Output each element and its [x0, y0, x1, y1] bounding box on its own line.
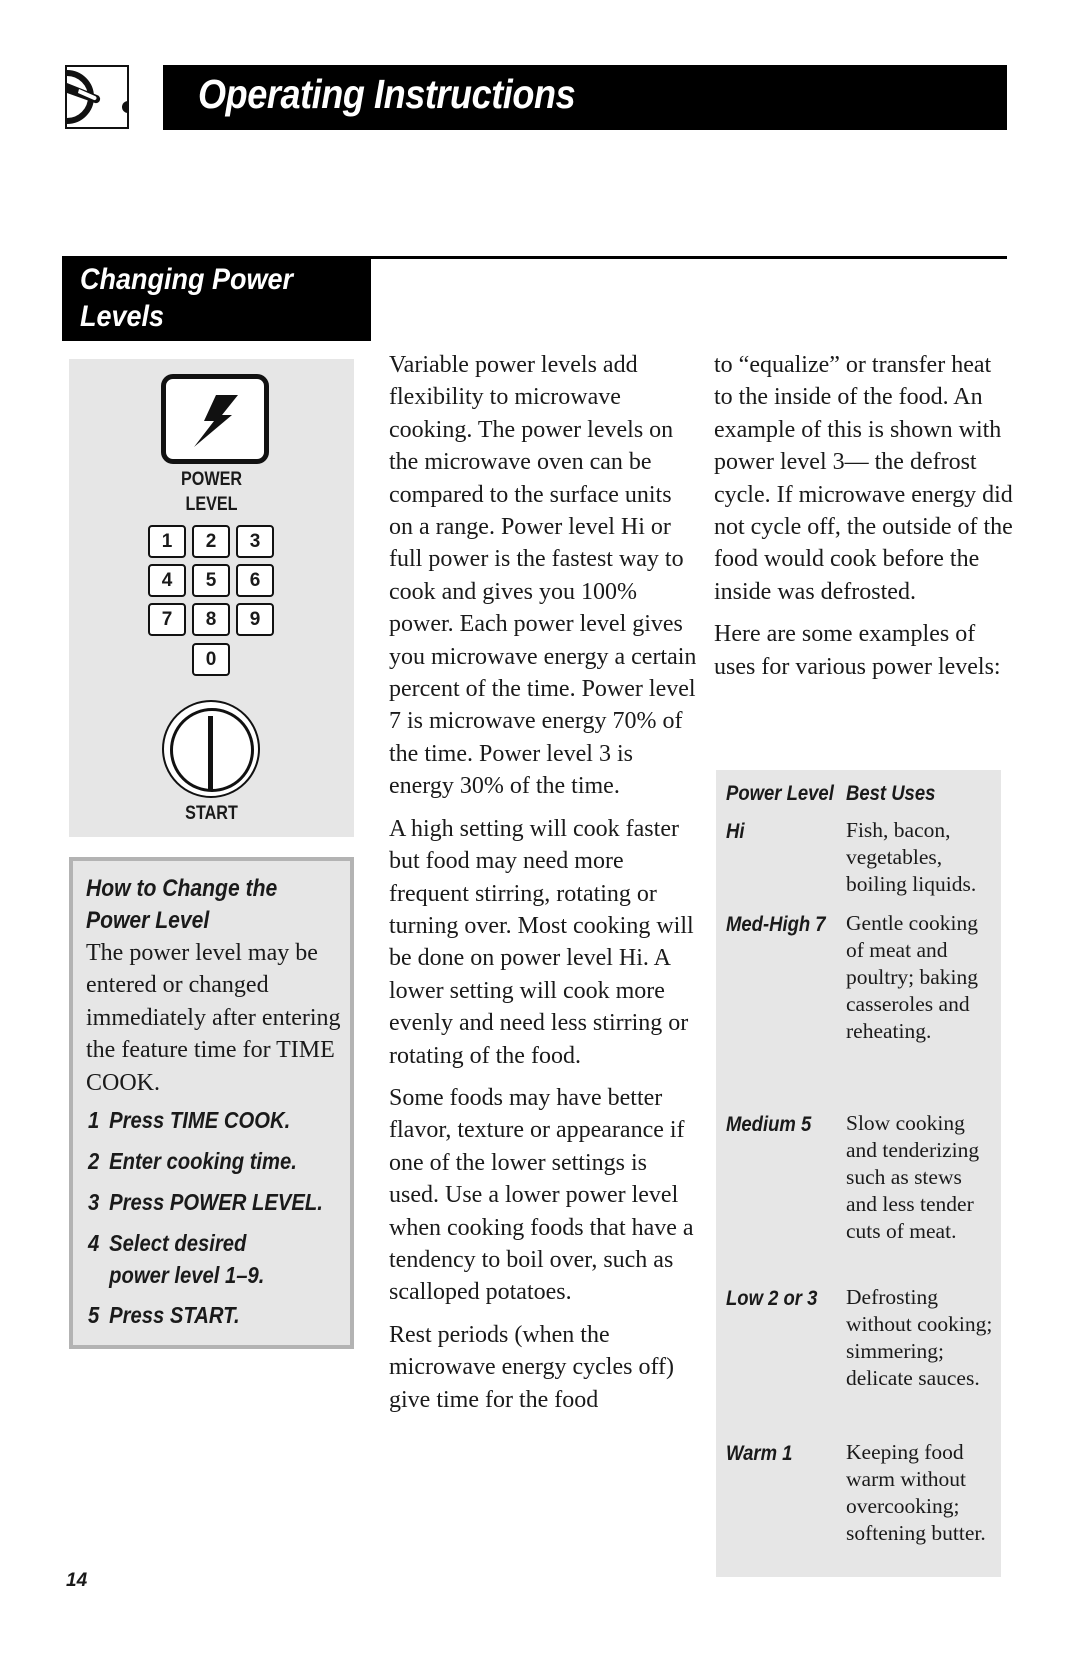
lightning-bolt-icon: [194, 395, 238, 447]
page-header-title: Operating Instructions: [198, 71, 576, 117]
how-to-box: How to Change the Power Level The power …: [69, 857, 354, 1349]
step-text: Press TIME COOK.: [109, 1107, 291, 1133]
keypad-key: 8: [192, 603, 230, 636]
keypad-key: 9: [236, 603, 274, 636]
body-paragraph: Here are some examples of uses for vario…: [714, 621, 1001, 680]
body-column-middle: Variable power levels add flexibility to…: [389, 349, 699, 1426]
table-row-uses: Defrosting without cooking; simmering; d…: [846, 1285, 993, 1390]
how-to-step: 4 Select desired power level 1–9.: [88, 1227, 352, 1291]
how-to-title-line: Power Level: [86, 907, 210, 934]
step-text: Press POWER LEVEL.: [109, 1189, 323, 1215]
power-label-line: POWER: [180, 469, 243, 490]
step-text: Press START.: [109, 1302, 240, 1328]
section-title: Changing Power Levels: [80, 261, 368, 335]
table-row-uses: Fish, bacon, vegetables, boiling liquids…: [846, 818, 977, 896]
page-number: 14: [66, 1570, 88, 1591]
microwave-dial-icon: [65, 65, 134, 129]
step-text: Select desired power level 1–9.: [109, 1230, 265, 1288]
step-number: 5: [88, 1302, 100, 1328]
table-row-uses: Gentle cooking of meat and poultry; baki…: [846, 911, 978, 1043]
step-number: 3: [88, 1189, 100, 1215]
table-row-level: Warm 1: [726, 1442, 793, 1465]
keypad-key: 7: [148, 603, 186, 636]
power-level-table: Power Level Best Uses Hi Fish, bacon, ve…: [716, 770, 1001, 1577]
table-row-level: Low 2 or 3: [726, 1287, 818, 1310]
keypad-key: 1: [148, 525, 186, 558]
control-panel-illustration: POWER LEVEL 1 2 3 4 5 6 7 8 9 0 START: [69, 359, 354, 837]
how-to-step: 1 Press TIME COOK.: [88, 1104, 352, 1136]
table-header-power-level: Power Level: [726, 782, 834, 805]
step-number: 4: [88, 1230, 100, 1256]
table-row-uses: Keeping food warm without overcooking; s…: [846, 1440, 986, 1545]
how-to-step: 2 Enter cooking time.: [88, 1145, 352, 1177]
table-row-uses: Slow cooking and tenderizing such as ste…: [846, 1111, 980, 1243]
body-paragraph: to “equalize” or transfer heat to the in…: [714, 352, 1013, 605]
step-number: 1: [88, 1107, 100, 1133]
table-header-best-uses: Best Uses: [846, 782, 936, 805]
body-paragraph: Some foods may have better flavor, textu…: [389, 1084, 694, 1306]
table-row-level: Med-High 7: [726, 913, 826, 936]
start-power-icon: [170, 708, 254, 792]
how-to-body: The power level may be entered or change…: [86, 940, 341, 1096]
step-text: Enter cooking time.: [109, 1148, 297, 1174]
power-label-line: LEVEL: [185, 494, 238, 515]
keypad-key: 4: [148, 564, 186, 597]
keypad-key: 5: [192, 564, 230, 597]
keypad-key: 3: [236, 525, 274, 558]
power-level-button: [161, 374, 269, 464]
body-column-right: to “equalize” or transfer heat to the in…: [714, 349, 1014, 693]
power-level-label: POWER LEVEL: [90, 467, 332, 517]
how-to-step: 5 Press START.: [88, 1299, 352, 1331]
body-paragraph: A high setting will cook faster but food…: [389, 815, 694, 1069]
how-to-title: How to Change the Power Level: [86, 873, 350, 937]
header-bar: Operating Instructions: [163, 65, 1007, 130]
how-to-step: 3 Press POWER LEVEL.: [88, 1186, 352, 1218]
section-title-box: Changing Power Levels: [62, 257, 371, 341]
keypad-key: 2: [192, 525, 230, 558]
start-label: START: [185, 803, 238, 824]
body-paragraph: Rest periods (when the microwave energy …: [389, 1321, 674, 1413]
how-to-title-line: How to Change the: [86, 875, 278, 902]
step-number: 2: [88, 1148, 100, 1174]
section-title-line: Changing Power: [80, 263, 294, 296]
section-title-line: Levels: [80, 300, 165, 333]
keypad-key: 0: [192, 643, 230, 676]
body-paragraph: Variable power levels add flexibility to…: [389, 352, 697, 800]
start-button: [162, 700, 260, 798]
table-row-level: Medium 5: [726, 1113, 812, 1136]
keypad-key: 6: [236, 564, 274, 597]
table-row-level: Hi: [726, 820, 745, 843]
